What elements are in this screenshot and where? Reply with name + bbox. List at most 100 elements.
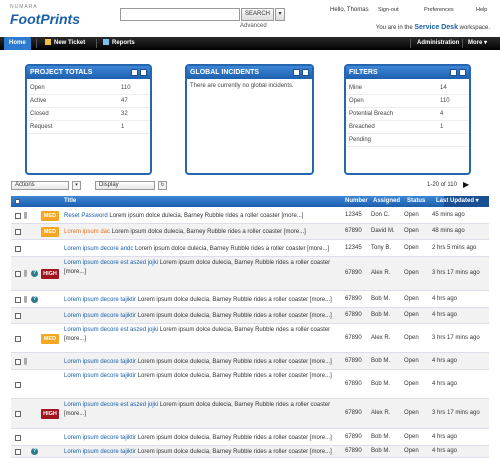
logo[interactable]: FootPrints [10,11,80,27]
maximize-icon[interactable] [140,69,147,76]
search-button[interactable]: SEARCH [241,8,274,21]
table-row[interactable]: ? HIGH Lorem ipsum decore est aszed jojki … [11,257,489,291]
table-row[interactable]: MED Lorem ipsum dac Lorem ipsum dolce dul… [11,224,489,240]
filter-row[interactable]: Mine 14 [346,82,469,95]
filter-row[interactable]: Potential Breach 4 [346,108,469,121]
ticket-link[interactable]: Lorem ipsum decore est aszed jojki [64,260,158,266]
row-checkbox[interactable] [15,359,21,365]
pushpin-icon[interactable] [24,296,27,303]
nav-more[interactable]: More ▾ [463,37,492,50]
workspace-name[interactable]: Service Desk [414,24,458,31]
table-row[interactable]: Lorem ipsum decore tajiktir Lorem ipsum … [11,370,489,399]
project-totals-row[interactable]: Request 1 [27,121,150,134]
sign-out-link[interactable]: Sign-out [378,7,399,13]
row-checkbox[interactable] [15,435,21,441]
table-row[interactable]: MED Lorem ipsum decore est aszed jojki Lo… [11,324,489,353]
row-value: 32 [121,111,128,117]
table-row[interactable]: MED Reset Password Lorem ipsum dolce dule… [11,207,489,224]
ticket-link[interactable]: Lorem ipsum decore tajiktir [64,297,136,303]
nav-reports[interactable]: Reports [98,37,140,50]
row-checkbox[interactable] [15,229,21,235]
search-input[interactable] [120,8,240,21]
ticket-title: Lorem ipsum dac Lorem ipsum dolce duleci… [64,228,344,237]
more-link[interactable]: [more...] [307,246,329,252]
project-totals-row[interactable]: Closed 32 [27,108,150,121]
row-checkbox[interactable] [15,313,21,319]
ticket-link[interactable]: Lorem ipsum decore tajiktir [64,359,136,365]
more-link[interactable]: [more...] [310,435,332,441]
ticket-link[interactable]: Lorem ipsum dac [64,229,110,235]
ticket-link[interactable]: Lorem ipsum decore tajiktir [64,449,136,455]
minimize-icon[interactable] [293,69,300,76]
col-last-updated[interactable]: Last Updated ▾ [436,196,479,207]
ticket-description: Lorem ipsum dolce dulecia, Barney Rubble… [136,435,310,441]
ticket-link[interactable]: Lorem ipsum decore andc [64,246,133,252]
table-row[interactable]: Lorem ipsum decore tajiktir Lorem ipsum … [11,429,489,446]
more-link[interactable]: [more...] [281,213,303,219]
maximize-icon[interactable] [459,69,466,76]
table-row[interactable]: ? Lorem ipsum decore tajiktir Lorem ipsum… [11,291,489,308]
row-checkbox[interactable] [15,271,21,277]
select-all-checkbox[interactable] [15,199,20,204]
row-checkbox[interactable] [15,246,21,252]
more-link[interactable]: [more...] [310,359,332,365]
table-row[interactable]: Lorem ipsum decore tajiktir Lorem ipsum … [11,353,489,370]
table-row[interactable]: Lorem ipsum decore tajiktir Lorem ipsum … [11,308,489,324]
display-select[interactable]: Display [95,181,155,190]
question-icon[interactable]: ? [31,296,38,303]
minimize-icon[interactable] [450,69,457,76]
more-link[interactable]: [more...] [310,313,332,319]
col-title[interactable]: Title [64,196,76,207]
nav-home[interactable]: Home [4,37,31,50]
table-row[interactable]: HIGH Lorem ipsum decore est aszed jojki L… [11,399,489,429]
nav-administration[interactable]: Administration [412,37,464,50]
col-assigned[interactable]: Assigned [373,196,400,207]
col-number[interactable]: Number [345,196,368,207]
ticket-link[interactable]: Lorem ipsum decore tajiktir [64,313,136,319]
filter-row[interactable]: Breached 1 [346,121,469,134]
actions-select[interactable]: Actions [11,181,69,190]
row-checkbox[interactable] [15,213,21,219]
ticket-link[interactable]: Lorem ipsum decore est aszed jojki [64,402,158,408]
question-icon[interactable]: ? [31,448,38,455]
preferences-link[interactable]: Preferences [424,7,454,13]
ticket-link[interactable]: Lorem ipsum decore tajiktir [64,373,136,379]
nav-new-ticket[interactable]: New Ticket [40,37,90,50]
advanced-search-link[interactable]: Advanced [240,23,267,29]
row-checkbox[interactable] [15,297,21,303]
more-link[interactable]: [more...] [310,373,332,379]
table-row[interactable]: Lorem ipsum decore andc Lorem ipsum dolc… [11,240,489,257]
question-icon[interactable]: ? [31,270,38,277]
refresh-icon[interactable]: ↻ [158,181,167,190]
more-link[interactable]: [more...] [64,411,86,417]
row-checkbox[interactable] [15,449,21,455]
more-link[interactable]: [more...] [64,336,86,342]
ticket-link[interactable]: Lorem ipsum decore tajiktir [64,435,136,441]
filter-row[interactable]: Pending [346,134,469,147]
help-link[interactable]: Help [476,7,487,13]
project-totals-row[interactable]: Active 47 [27,95,150,108]
row-checkbox[interactable] [15,382,21,388]
pushpin-icon[interactable] [24,212,27,219]
ticket-link[interactable]: Reset Password [64,213,108,219]
pushpin-icon[interactable] [24,270,27,277]
ticket-title: Lorem ipsum decore tajiktir Lorem ipsum … [64,312,344,321]
ticket-link[interactable]: Lorem ipsum decore est aszed jojki [64,327,158,333]
row-value: 110 [121,85,131,91]
col-status[interactable]: Status [407,196,425,207]
maximize-icon[interactable] [302,69,309,76]
more-link[interactable]: [more...] [284,229,306,235]
row-checkbox[interactable] [15,336,21,342]
project-totals-row[interactable]: Open 110 [27,82,150,95]
more-link[interactable]: [more...] [310,449,332,455]
more-link[interactable]: [more...] [64,269,86,275]
pushpin-icon[interactable] [24,358,27,365]
actions-dropdown-icon[interactable]: ▾ [72,181,81,190]
table-row[interactable]: ? Lorem ipsum decore tajiktir Lorem ipsum… [11,446,489,458]
row-checkbox[interactable] [15,411,21,417]
search-options-dropdown[interactable]: ▾ [275,8,285,21]
minimize-icon[interactable] [131,69,138,76]
more-link[interactable]: [more...] [310,297,332,303]
filter-row[interactable]: Open 110 [346,95,469,108]
next-page-icon[interactable]: ▶ [463,180,469,189]
